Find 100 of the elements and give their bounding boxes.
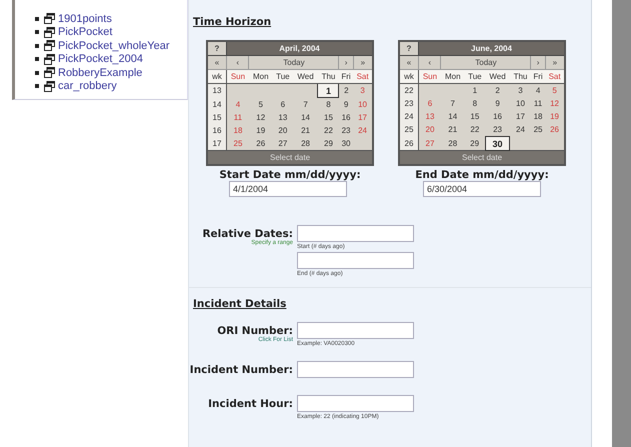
weekday-header: Sat [353,70,373,84]
day-cell[interactable]: 1 [464,84,486,97]
field-label: Start Date mm/dd/yyyy: [219,169,361,181]
day-cell[interactable]: 22 [318,124,339,137]
day-cell[interactable]: 9 [338,98,354,111]
day-cell[interactable]: 29 [464,136,486,150]
week-number: 16 [207,124,226,137]
week-number: 14 [207,98,226,111]
day-cell[interactable]: 5 [248,98,273,111]
field-label: ORI Number: [217,325,293,337]
field-label: End Date mm/dd/yyyy: [415,169,549,181]
day-cell[interactable]: 10 [510,97,531,110]
day-cell[interactable]: 12 [248,111,273,124]
bullet-icon [35,30,39,34]
bullet-icon [35,44,39,48]
today-button[interactable]: Today [248,56,339,70]
month-title: April, 2004 [226,41,373,56]
day-cell[interactable]: 13 [272,111,294,124]
window-icon [44,80,55,92]
day-cell[interactable]: 25 [530,123,546,136]
day-cell[interactable]: 4 [530,84,546,97]
sidebar-link[interactable]: car_robbery [58,80,117,92]
day-cell[interactable]: 15 [464,110,486,123]
week-number: 26 [399,136,418,150]
day-cell[interactable]: 22 [464,123,486,136]
select-date-bar: Select date [207,150,373,165]
day-cell[interactable]: 2 [485,84,510,97]
day-cell[interactable]: 26 [248,137,273,150]
input-field[interactable] [297,361,414,378]
sidebar-link[interactable]: RobberyExample [58,66,142,79]
select-date-bar: Select date [399,150,565,165]
week-number: 13 [207,84,226,98]
day-cell[interactable]: 7 [440,97,465,110]
day-cell[interactable]: 28 [440,136,465,150]
weekday-header: wk [399,70,418,84]
week-number: 22 [399,84,418,97]
day-cell[interactable]: 19 [248,124,273,137]
field-label: Incident Number: [190,364,293,376]
week-number: 17 [207,137,226,150]
section-heading: Time Horizon [193,16,272,28]
day-cell[interactable]: 11 [530,97,546,110]
weekday-header: Wed [485,70,510,84]
day-cell[interactable]: 14 [293,111,318,124]
window-icon [44,54,55,65]
day-cell[interactable]: 29 [318,137,339,150]
nav-button[interactable]: « [399,56,418,70]
day-cell[interactable]: 27 [272,137,294,150]
day-cell[interactable]: 9 [485,97,510,110]
day-cell[interactable]: 1 [318,84,339,98]
day-cell[interactable]: 3 [510,84,531,97]
week-number: 15 [207,111,226,124]
date-field[interactable]: 4/1/2004 [229,181,347,197]
window-icon [44,13,55,24]
day-cell[interactable]: 16 [338,111,354,124]
weekday-header: wk [207,70,226,84]
day-cell[interactable]: 18 [530,110,546,123]
date-field[interactable]: 6/30/2004 [423,181,541,197]
day-cell[interactable]: 7 [293,98,318,111]
window-icon [44,26,55,38]
input-field[interactable] [297,322,414,339]
day-cell[interactable]: 16 [485,110,510,123]
week-number: 23 [399,97,418,110]
day-cell[interactable]: 2 [338,84,354,98]
day-cell[interactable]: 8 [464,97,486,110]
field-label: Relative Dates: [202,228,293,240]
day-cell[interactable]: 24 [510,123,531,136]
day-cell[interactable]: 6 [272,98,294,111]
day-cell[interactable]: 17 [510,110,531,123]
sidebar-link[interactable]: PickPocket_wholeYear [58,40,170,52]
day-cell[interactable]: 23 [338,124,354,137]
sidebar-link[interactable]: PickPocket_2004 [58,53,143,66]
weekday-header: Wed [293,70,318,84]
input-field[interactable] [297,395,414,412]
week-number: 24 [399,110,418,123]
help-button[interactable]: ? [207,41,226,56]
input-field[interactable] [297,252,414,269]
section-heading: Incident Details [193,298,288,310]
window-icon [44,40,55,52]
today-button[interactable]: Today [440,56,531,70]
bullet-icon [35,57,39,62]
nav-button[interactable]: « [207,56,226,70]
day-cell[interactable]: 21 [440,123,465,136]
day-cell[interactable]: 20 [272,124,294,137]
day-cell[interactable]: 30 [338,137,354,150]
week-number: 25 [399,123,418,136]
day-cell[interactable]: 28 [293,137,318,150]
bullet-icon [35,16,39,21]
day-cell[interactable]: 21 [293,124,318,137]
day-cell[interactable]: 15 [318,111,339,124]
help-button[interactable]: ? [399,41,418,56]
input-field[interactable] [297,225,414,242]
day-cell[interactable]: 30 [485,136,510,150]
weekday-header: Sat [545,70,565,84]
day-cell[interactable]: 8 [318,98,339,111]
day-cell[interactable]: 23 [485,123,510,136]
bullet-icon [35,84,39,88]
day-cell[interactable]: 14 [440,110,465,123]
sidebar-link[interactable]: PickPocket [58,26,112,38]
window-icon [44,67,55,78]
sidebar-link[interactable]: 1901points [58,12,112,25]
